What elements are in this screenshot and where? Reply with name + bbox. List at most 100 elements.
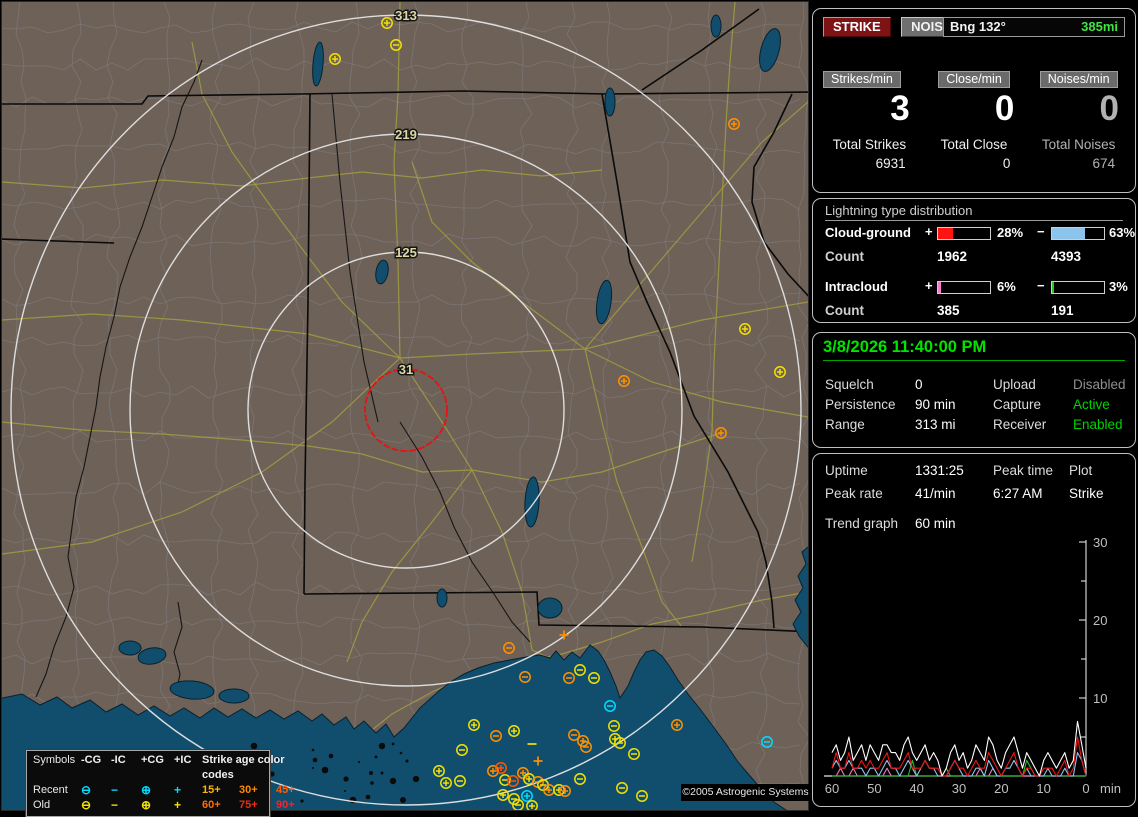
cg-neg-symbol: ⊖ [81,798,92,812]
distribution-type-label: Intracloud [825,279,888,294]
total-value: 0 [1002,156,1011,171]
x-tick-label: 50 [867,781,881,796]
trend-series-intracloud-pos [832,767,1086,777]
status-label-2: Capture [993,397,1042,412]
lake [118,640,142,656]
negative-count: 191 [1051,303,1074,318]
range-ring-label: 125 [395,245,417,260]
rate-chips-row: Strikes/min Close/min Noises/min [817,70,1131,88]
positive-bar-fill [938,282,942,293]
datetime-display: 3/8/2026 11:40:00 PM [823,338,1125,361]
total-labels-row: Total Strikes Total Close Total Noises [817,137,1131,152]
rate-chip-cell: Noises/min [1026,70,1131,88]
total-values-row: 6931 0 674 [817,156,1131,171]
total-label: Total Strikes [832,137,907,152]
marsh-speck [399,751,403,755]
distribution-type-label: Cloud-ground [825,225,911,240]
y-tick-label: 10 [1093,691,1107,706]
positive-bar-fill [938,228,953,239]
ic-neg-symbol: − [111,783,119,797]
trend-series-cloudground-pos [831,736,1087,777]
total-value: 6931 [875,156,906,171]
marsh-speck [380,771,384,775]
rate-value: 0 [1099,89,1119,128]
noises-per-min-chip[interactable]: Noises/min [1039,71,1118,88]
positive-percent: 6% [997,279,1016,294]
marsh-speck [357,760,361,764]
y-tick-label: 20 [1093,613,1107,628]
ic-neg-symbol: − [111,798,119,812]
peaktime-value: 6:27 AM [993,486,1043,501]
strikes-per-min-chip[interactable]: Strikes/min [823,71,901,88]
legend-row-label: Recent [33,784,68,796]
peaktime-label: Peak time [993,463,1054,478]
marsh-speck [378,742,386,750]
status-value: 90 min [915,397,956,412]
positive-count: 385 [937,303,960,318]
peakrate-value: 41/min [915,486,956,501]
status-label: Squelch [825,377,874,392]
marsh-speck [389,777,397,785]
age-code: 15+ [202,784,221,796]
rate-chip-cell: Strikes/min [817,70,922,88]
lightning-map[interactable]: 313 219 125 31 [1,1,809,811]
negative-bar [1051,281,1105,294]
positive-count: 1962 [937,249,968,264]
x-tick-label: 30 [952,781,966,796]
cg-pos-symbol: ⊕ [141,783,152,797]
bearing-readout: Bng 132° 385mi [943,17,1125,37]
cg-neg-symbol: ⊖ [81,783,92,797]
close-per-min-chip[interactable]: Close/min [938,71,1010,88]
total-label: Total Close [940,137,1008,152]
age-code: 90+ [276,799,295,811]
distribution-row: Cloud-ground +28% − 63% [825,224,1135,241]
age-code: 45+ [276,784,295,796]
trendgraph-range[interactable]: 60 min [915,516,956,531]
range-ring-label: 31 [399,362,413,377]
marsh-speck [391,742,395,746]
uptime-label: Uptime [825,463,868,478]
marsh-speck [369,771,373,775]
ic-pos-symbol: + [174,798,182,812]
legend-header: Symbols [33,754,76,766]
cg-pos-symbol: ⊕ [141,798,152,812]
age-code: 60+ [202,799,221,811]
copyright-text: ©2005 Astrogenic Systems [681,784,810,801]
lake [604,87,616,117]
x-tick-label: 0 [1082,781,1089,796]
minus-sign: − [1037,278,1045,293]
plot-value[interactable]: Strike [1069,486,1104,501]
positive-bar [937,281,991,294]
status-label-2: Receiver [993,417,1047,432]
count-label: Count [825,249,864,264]
legend-age-header: Strike age color codes [202,754,285,781]
trendgraph-label: Trend graph [825,516,899,531]
bearing-range: 385mi [1081,19,1118,34]
marsh-speck [400,797,406,803]
legend-row-label: Old [33,799,51,811]
app-window: 313 219 125 31 Symbols -CG -IC +CG +IC Strike ag… [0,0,1138,817]
rate-values-row: 3 0 0 [817,91,1131,127]
negative-bar-fill [1052,282,1054,293]
marsh-speck [412,775,420,783]
uptime-value: 1331:25 [915,463,964,478]
marsh-speck [370,781,374,785]
land-area [2,2,808,810]
rate-chip-cell: Close/min [922,70,1027,88]
lake [537,597,563,619]
ic-pos-symbol: + [174,783,182,797]
legend-header: +IC [174,754,192,766]
counters-panel: STRIKE NOISE Bng 132° 385mi Strikes/min C… [812,8,1136,193]
count-row: Count 385 191 [825,303,1127,318]
status-label: Range [825,417,865,432]
lake [218,688,250,704]
age-code: 30+ [239,784,258,796]
strike-button[interactable]: STRIKE [823,17,891,37]
total-value: 674 [1092,156,1115,171]
negative-percent: 3% [1109,279,1128,294]
trend-graph: 10 20 30 60 50 40 30 20 10 0 min [824,535,1121,796]
negative-percent: 63% [1109,225,1136,240]
x-tick-label: 60 [825,781,839,796]
x-tick-label: 40 [909,781,923,796]
total-label: Total Noises [1041,137,1116,152]
